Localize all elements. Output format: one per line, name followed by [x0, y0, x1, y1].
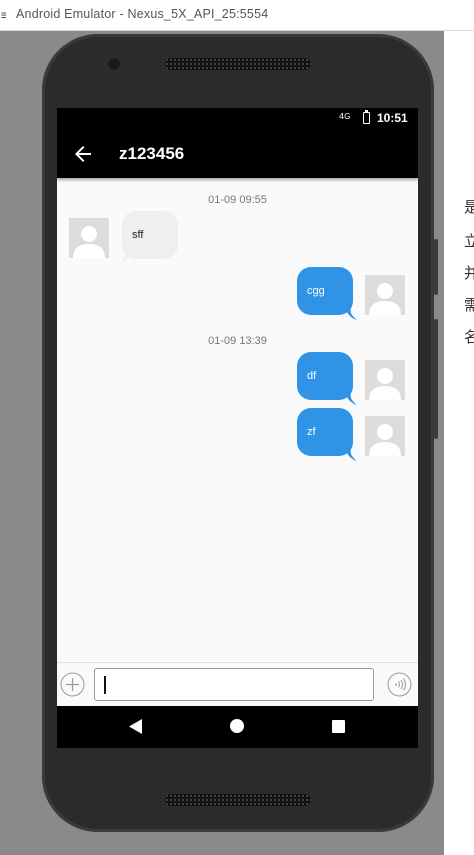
phone-frame: 4G 10:51 z123456 01-09 09:55 sff cgg 01-…: [42, 34, 438, 832]
menu-icon[interactable]: ≡: [0, 6, 6, 24]
my-avatar[interactable]: [365, 360, 405, 400]
message-text: zf: [307, 426, 316, 438]
bubble-tail: [345, 393, 357, 405]
app-toolbar: z123456: [57, 130, 418, 178]
background-page: 是 立 并 需 名: [444, 31, 474, 855]
message-text: cgg: [307, 285, 325, 297]
top-speaker: [165, 58, 311, 70]
nav-home-icon[interactable]: [230, 719, 244, 733]
message-bubble-incoming[interactable]: sff: [122, 211, 178, 259]
status-bar: 4G 10:51: [57, 108, 418, 130]
background-text: 名: [464, 328, 474, 346]
back-arrow-icon[interactable]: [71, 142, 95, 166]
nav-back-icon[interactable]: [129, 719, 143, 734]
volume-button[interactable]: [434, 239, 438, 295]
my-avatar[interactable]: [365, 275, 405, 315]
bubble-tail: [345, 449, 357, 461]
chat-message-list[interactable]: 01-09 09:55 sff cgg 01-09 13:39 df zf: [57, 178, 418, 662]
contact-avatar[interactable]: [69, 218, 109, 258]
nav-recent-icon[interactable]: [332, 720, 345, 733]
message-timestamp: 01-09 13:39: [208, 335, 267, 347]
front-camera: [108, 58, 120, 70]
battery-icon: [363, 110, 370, 124]
message-text: sff: [132, 229, 144, 241]
message-input-bar: [57, 662, 418, 706]
chat-title: z123456: [119, 144, 185, 163]
power-button[interactable]: [434, 319, 438, 439]
message-timestamp: 01-09 09:55: [208, 194, 267, 206]
message-text: df: [307, 370, 317, 382]
text-caret: [104, 676, 106, 694]
my-avatar[interactable]: [365, 416, 405, 456]
emulator-title-bar: ≡ Android Emulator - Nexus_5X_API_25:555…: [0, 0, 474, 31]
signal-icon: 4G: [339, 112, 351, 121]
status-time: 10:51: [377, 111, 408, 125]
android-nav-bar: [57, 706, 418, 748]
phone-screen: 4G 10:51 z123456 01-09 09:55 sff cgg 01-…: [57, 108, 418, 748]
background-text: 需: [464, 296, 474, 314]
background-text: 并: [464, 264, 474, 282]
voice-icon[interactable]: [387, 672, 412, 697]
bubble-tail: [345, 308, 357, 320]
background-text: 立: [464, 232, 474, 250]
message-input[interactable]: [94, 668, 374, 701]
emulator-window-title: Android Emulator - Nexus_5X_API_25:5554: [16, 7, 269, 21]
bottom-speaker: [165, 794, 311, 806]
plus-icon[interactable]: [60, 672, 85, 697]
background-text: 是: [464, 198, 474, 216]
